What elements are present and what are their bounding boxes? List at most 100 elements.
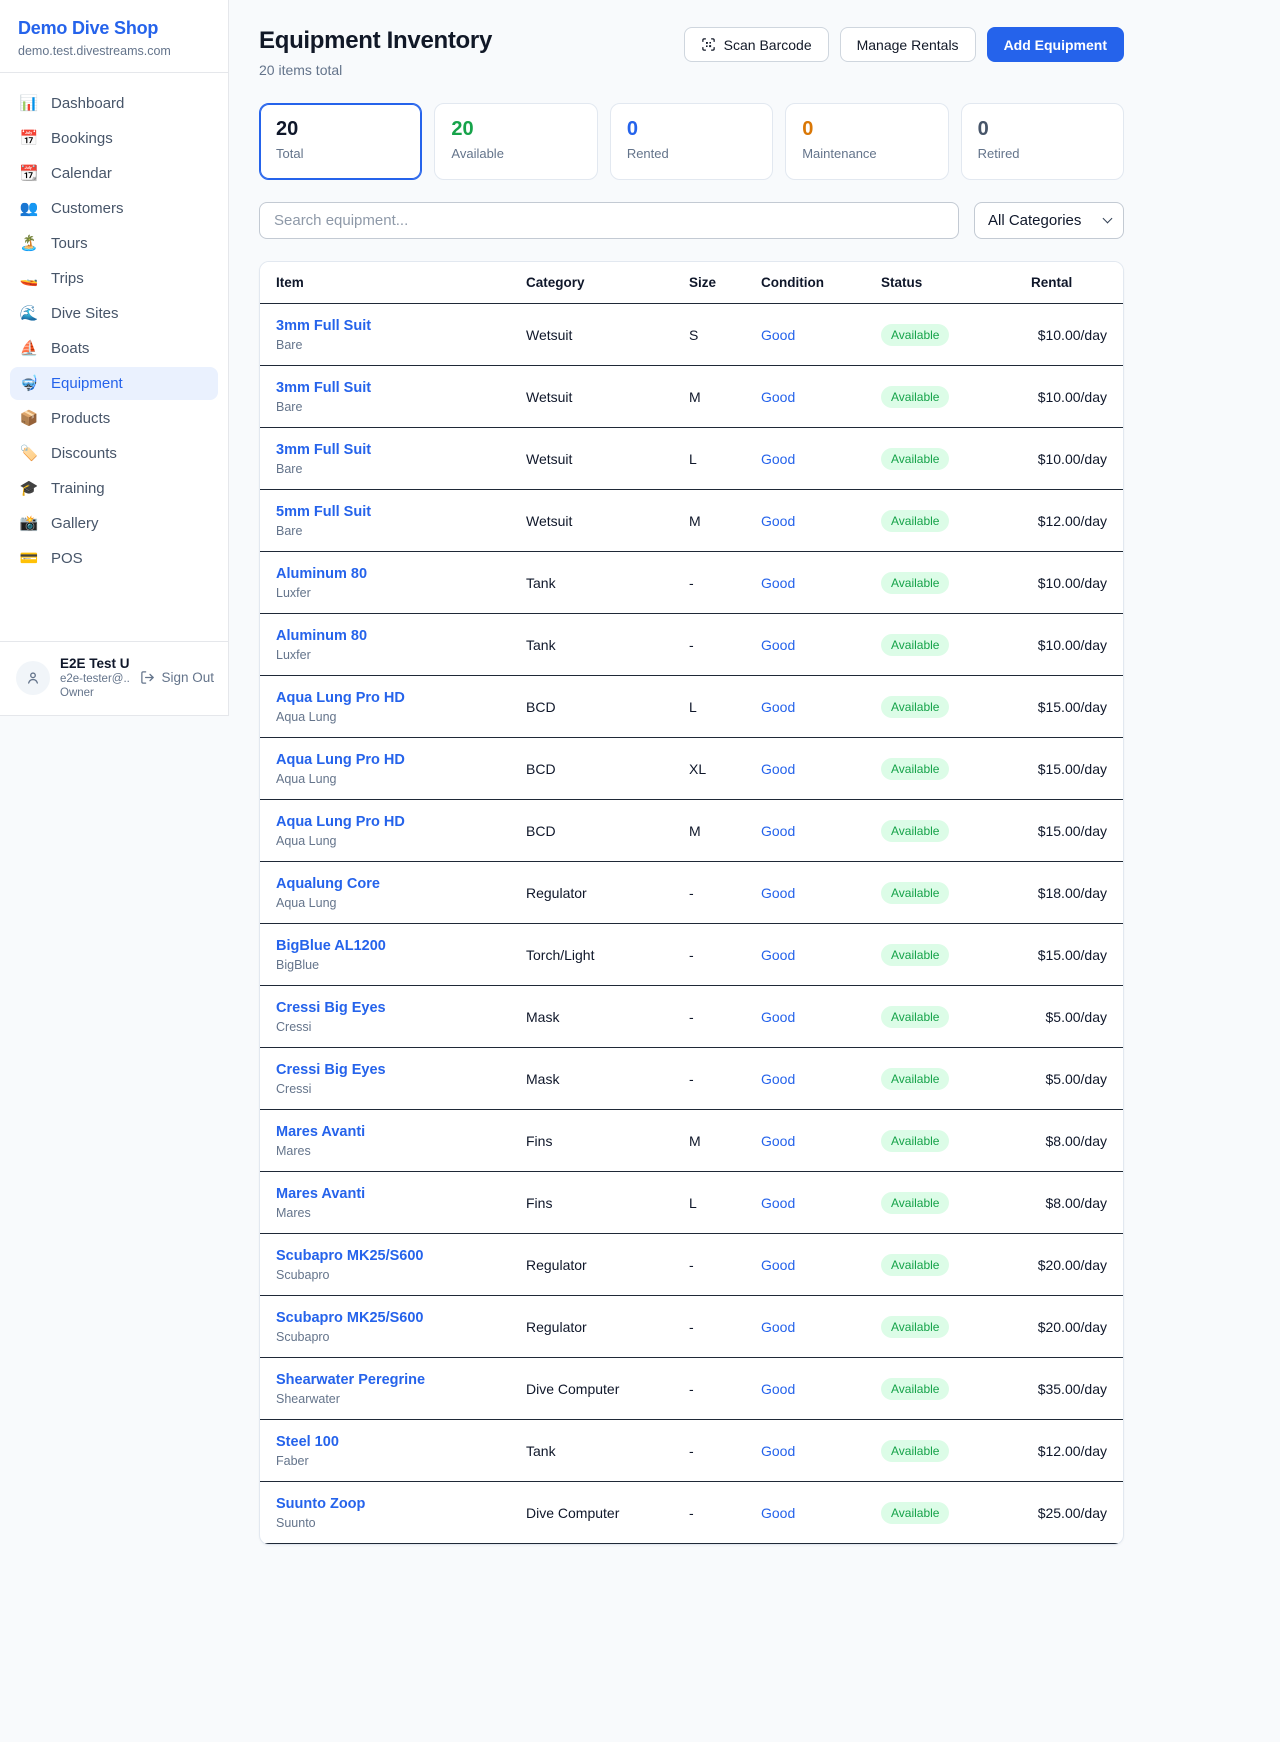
- item-name-link[interactable]: Scubapro MK25/S600: [276, 1248, 494, 1264]
- stats-row: 20 Total 20 Available 0 Rented 0: [259, 103, 1124, 180]
- user-section: E2E Test U... e2e-tester@... Owner Sign …: [0, 642, 228, 715]
- condition-link[interactable]: Good: [761, 389, 795, 405]
- condition-link[interactable]: Good: [761, 1443, 795, 1459]
- condition-link[interactable]: Good: [761, 637, 795, 653]
- sidebar-item-pos[interactable]: 💳 POS: [10, 542, 218, 575]
- search-input[interactable]: [259, 202, 959, 239]
- stat-value: 0: [627, 118, 756, 141]
- item-name-link[interactable]: Scubapro MK25/S600: [276, 1310, 494, 1326]
- condition-link[interactable]: Good: [761, 327, 795, 343]
- condition-link[interactable]: Good: [761, 885, 795, 901]
- item-name-link[interactable]: Aluminum 80: [276, 566, 494, 582]
- item-name-link[interactable]: Steel 100: [276, 1434, 494, 1450]
- status-badge: Available: [881, 944, 949, 966]
- item-name-link[interactable]: Aqualung Core: [276, 876, 494, 892]
- status-badge: Available: [881, 882, 949, 904]
- condition-link[interactable]: Good: [761, 451, 795, 467]
- stat-card-retired[interactable]: 0 Retired: [961, 103, 1124, 180]
- item-name-link[interactable]: Mares Avanti: [276, 1124, 494, 1140]
- condition-link[interactable]: Good: [761, 947, 795, 963]
- item-rental-rate: $35.00/day: [1015, 1358, 1123, 1420]
- item-name-link[interactable]: Mares Avanti: [276, 1186, 494, 1202]
- condition-link[interactable]: Good: [761, 1071, 795, 1087]
- column-header-category: Category: [510, 262, 673, 304]
- item-name-link[interactable]: Aluminum 80: [276, 628, 494, 644]
- sidebar-item-customers[interactable]: 👥 Customers: [10, 192, 218, 225]
- item-category: Wetsuit: [510, 304, 673, 366]
- item-name-link[interactable]: Suunto Zoop: [276, 1496, 494, 1512]
- credit-card-icon: 💳: [19, 551, 39, 566]
- stat-card-total[interactable]: 20 Total: [259, 103, 422, 180]
- item-name-link[interactable]: BigBlue AL1200: [276, 938, 494, 954]
- island-icon: 🏝️: [19, 236, 39, 251]
- item-brand: Aqua Lung: [276, 896, 494, 910]
- item-size: M: [673, 366, 745, 428]
- sidebar-item-gallery[interactable]: 📸 Gallery: [10, 507, 218, 540]
- item-category: Mask: [510, 986, 673, 1048]
- item-name-link[interactable]: Aqua Lung Pro HD: [276, 814, 494, 830]
- item-brand: Aqua Lung: [276, 710, 494, 724]
- condition-link[interactable]: Good: [761, 823, 795, 839]
- table-row: 3mm Full Suit Bare Wetsuit L Good Availa…: [260, 428, 1123, 490]
- sidebar-item-trips[interactable]: 🚤 Trips: [10, 262, 218, 295]
- sidebar-item-boats[interactable]: ⛵ Boats: [10, 332, 218, 365]
- column-header-condition: Condition: [745, 262, 865, 304]
- item-name-link[interactable]: Cressi Big Eyes: [276, 1000, 494, 1016]
- condition-link[interactable]: Good: [761, 761, 795, 777]
- condition-link[interactable]: Good: [761, 1257, 795, 1273]
- sidebar-item-dashboard[interactable]: 📊 Dashboard: [10, 87, 218, 120]
- sidebar-item-discounts[interactable]: 🏷️ Discounts: [10, 437, 218, 470]
- manage-rentals-button[interactable]: Manage Rentals: [840, 27, 976, 62]
- category-select[interactable]: All Categories: [974, 202, 1124, 239]
- sidebar-item-bookings[interactable]: 📅 Bookings: [10, 122, 218, 155]
- status-badge: Available: [881, 1378, 949, 1400]
- table-body: 3mm Full Suit Bare Wetsuit S Good Availa…: [260, 304, 1123, 1544]
- item-rental-rate: $15.00/day: [1015, 924, 1123, 986]
- brand-title[interactable]: Demo Dive Shop: [18, 18, 210, 39]
- table-row: Aluminum 80 Luxfer Tank - Good Available: [260, 552, 1123, 614]
- item-rental-rate: $5.00/day: [1015, 1048, 1123, 1110]
- condition-link[interactable]: Good: [761, 1009, 795, 1025]
- item-name-link[interactable]: 3mm Full Suit: [276, 380, 494, 396]
- item-category: Wetsuit: [510, 490, 673, 552]
- stat-card-rented[interactable]: 0 Rented: [610, 103, 773, 180]
- table-row: Suunto Zoop Suunto Dive Computer - Good …: [260, 1482, 1123, 1544]
- item-category: Wetsuit: [510, 366, 673, 428]
- item-name-link[interactable]: Shearwater Peregrine: [276, 1372, 494, 1388]
- item-name-link[interactable]: 3mm Full Suit: [276, 442, 494, 458]
- condition-link[interactable]: Good: [761, 1505, 795, 1521]
- item-category: BCD: [510, 800, 673, 862]
- sidebar-item-calendar[interactable]: 📆 Calendar: [10, 157, 218, 190]
- add-equipment-button[interactable]: Add Equipment: [987, 27, 1124, 62]
- sidebar-item-products[interactable]: 📦 Products: [10, 402, 218, 435]
- item-rental-rate: $8.00/day: [1015, 1110, 1123, 1172]
- condition-link[interactable]: Good: [761, 513, 795, 529]
- condition-link[interactable]: Good: [761, 1195, 795, 1211]
- item-category: BCD: [510, 676, 673, 738]
- item-name-link[interactable]: 3mm Full Suit: [276, 318, 494, 334]
- condition-link[interactable]: Good: [761, 1381, 795, 1397]
- item-rental-rate: $18.00/day: [1015, 862, 1123, 924]
- condition-link[interactable]: Good: [761, 1133, 795, 1149]
- condition-link[interactable]: Good: [761, 699, 795, 715]
- item-name-link[interactable]: Aqua Lung Pro HD: [276, 752, 494, 768]
- condition-link[interactable]: Good: [761, 1319, 795, 1335]
- sidebar-item-equipment[interactable]: 🤿 Equipment: [10, 367, 218, 400]
- stat-card-maintenance[interactable]: 0 Maintenance: [785, 103, 948, 180]
- scan-barcode-button[interactable]: Scan Barcode: [684, 27, 829, 62]
- sidebar-item-label: Products: [51, 410, 110, 427]
- sidebar-item-tours[interactable]: 🏝️ Tours: [10, 227, 218, 260]
- item-name-link[interactable]: 5mm Full Suit: [276, 504, 494, 520]
- stat-card-available[interactable]: 20 Available: [434, 103, 597, 180]
- condition-link[interactable]: Good: [761, 575, 795, 591]
- sidebar-item-training[interactable]: 🎓 Training: [10, 472, 218, 505]
- item-category: Dive Computer: [510, 1482, 673, 1544]
- item-name-link[interactable]: Cressi Big Eyes: [276, 1062, 494, 1078]
- sidebar-item-dive-sites[interactable]: 🌊 Dive Sites: [10, 297, 218, 330]
- item-rental-rate: $10.00/day: [1015, 304, 1123, 366]
- item-name-link[interactable]: Aqua Lung Pro HD: [276, 690, 494, 706]
- sidebar-item-label: Dive Sites: [51, 305, 119, 322]
- sign-out-button[interactable]: Sign Out: [140, 670, 214, 685]
- item-size: XL: [673, 738, 745, 800]
- item-brand: Aqua Lung: [276, 772, 494, 786]
